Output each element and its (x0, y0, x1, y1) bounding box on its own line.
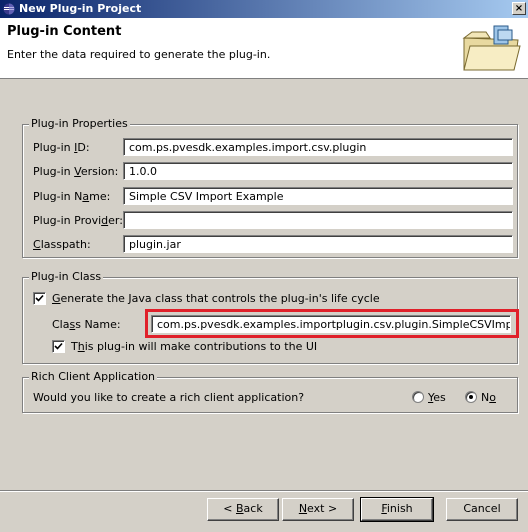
checkmark-icon (35, 294, 44, 302)
class-name-highlight (145, 309, 519, 338)
class-name-label: Class Name: (52, 318, 121, 331)
page-title: Plug-in Content (7, 24, 122, 39)
cancel-button[interactable]: Cancel (446, 498, 518, 521)
rich-client-no-radio[interactable] (465, 391, 477, 403)
plugin-version-input[interactable]: 1.0.0 (123, 162, 513, 180)
ui-contributions-checkbox[interactable] (52, 340, 65, 353)
finish-button[interactable]: Finish (360, 497, 434, 522)
rich-client-legend: Rich Client Application (29, 370, 158, 383)
close-icon: × (514, 3, 524, 14)
generate-class-label[interactable]: Generate the Java class that controls th… (52, 292, 380, 305)
plugin-version-label: Plug-in Version: (33, 165, 119, 178)
generate-class-checkbox[interactable] (33, 292, 46, 305)
ui-contributions-label[interactable]: This plug-in will make contributions to … (71, 340, 317, 353)
window-title: New Plug-in Project (19, 2, 142, 15)
rich-client-question: Would you like to create a rich client a… (33, 391, 305, 404)
rich-client-yes-radio[interactable] (412, 391, 424, 403)
plugin-id-label: Plug-in ID: (33, 141, 90, 154)
wizard-banner: Plug-in Content Enter the data required … (0, 18, 528, 79)
checkmark-icon (54, 342, 63, 350)
rich-client-yes-label[interactable]: Yes (428, 391, 446, 404)
classpath-input[interactable]: plugin.jar (123, 235, 513, 253)
rich-client-no-label[interactable]: No (481, 391, 496, 404)
plugin-id-input[interactable]: com.ps.pvesdk.examples.import.csv.plugin (123, 138, 513, 156)
back-button[interactable]: < Back (207, 498, 279, 521)
plugin-name-input[interactable]: Simple CSV Import Example (123, 187, 513, 205)
plugin-class-legend: Plug-in Class (29, 270, 104, 283)
plugin-name-label: Plug-in Name: (33, 190, 111, 203)
plugin-provider-label: Plug-in Provider: (33, 214, 123, 227)
new-plugin-folder-icon (462, 25, 521, 71)
eclipse-icon (3, 3, 15, 15)
button-bar-separator (0, 490, 528, 492)
classpath-label: Classpath: (33, 238, 91, 251)
next-button[interactable]: Next > (282, 498, 354, 521)
close-button[interactable]: × (512, 2, 526, 15)
title-bar: New Plug-in Project × (0, 0, 528, 18)
plugin-provider-input[interactable] (123, 211, 513, 229)
plugin-properties-legend: Plug-in Properties (29, 117, 130, 130)
page-description: Enter the data required to generate the … (7, 48, 271, 61)
